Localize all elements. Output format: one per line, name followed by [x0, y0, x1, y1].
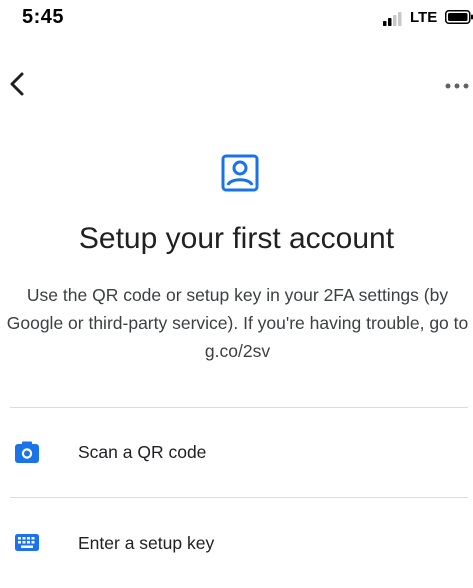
status-time: 5:45: [22, 6, 65, 28]
instructions-text: Use the QR code or setup key in your 2FA…: [6, 285, 469, 361]
status-bar: 5:45 LTE: [0, 0, 473, 40]
enter-setup-key-option[interactable]: Enter a setup key: [0, 513, 473, 573]
option-label: Scan a QR code: [78, 442, 207, 462]
battery-icon: [445, 10, 473, 24]
more-options-button[interactable]: [444, 74, 473, 98]
option-label: Enter a setup key: [78, 533, 215, 553]
network-type-label: LTE: [410, 9, 438, 26]
camera-icon: [15, 441, 39, 463]
signal-strength-icon: [383, 12, 402, 26]
scan-qr-code-option[interactable]: Scan a QR code: [0, 422, 473, 482]
divider-top: [10, 407, 468, 408]
divider-middle: [10, 497, 468, 498]
account-box-icon: [221, 154, 259, 192]
keyboard-icon: [15, 534, 39, 551]
page-title: Setup your first account: [78, 222, 395, 255]
chevron-left-icon: [10, 72, 24, 96]
back-button[interactable]: [4, 66, 34, 102]
more-horizontal-icon: [445, 83, 469, 89]
